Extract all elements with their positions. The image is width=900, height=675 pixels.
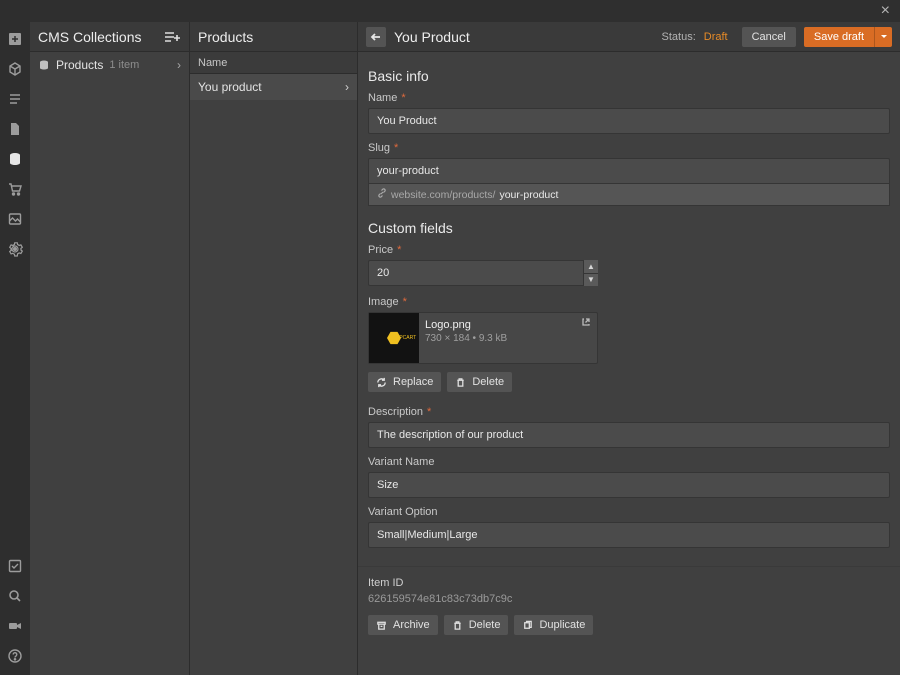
gear-icon[interactable] [6, 240, 24, 258]
collection-row-products[interactable]: Products 1 item › [30, 52, 189, 78]
collection-count: 1 item [109, 59, 139, 71]
field-label-image: Image* [368, 296, 890, 308]
nav-rail [0, 0, 30, 675]
slug-input[interactable] [368, 158, 890, 183]
image-thumbnail[interactable]: SNIPCART [369, 313, 419, 363]
panel-items-title: Products [198, 29, 253, 45]
title-bar: W × [0, 0, 900, 22]
image-card: SNIPCART Logo.png 730 × 184 • 9.3 kB [368, 312, 598, 364]
price-step-down[interactable]: ▼ [584, 274, 598, 287]
replace-button[interactable]: Replace [368, 372, 441, 392]
variant-option-input[interactable] [368, 522, 890, 548]
image-open-icon[interactable] [581, 317, 591, 330]
field-label-price: Price* [368, 244, 890, 256]
collection-name: Products [56, 58, 103, 72]
description-input[interactable] [368, 422, 890, 448]
chevron-right-icon: › [177, 58, 181, 72]
help-icon[interactable] [6, 647, 24, 665]
checkbox-icon[interactable] [6, 557, 24, 575]
panel-detail: You Product Status: Draft Cancel Save dr… [358, 22, 900, 675]
video-icon[interactable] [6, 617, 24, 635]
duplicate-button[interactable]: Duplicate [514, 615, 593, 635]
image-meta: 730 × 184 • 9.3 kB [425, 333, 591, 344]
item-id-label: Item ID [368, 577, 890, 589]
add-collection-icon[interactable] [163, 29, 181, 45]
variant-name-input[interactable] [368, 472, 890, 498]
field-label-name: Name* [368, 92, 890, 104]
cart-icon[interactable] [6, 180, 24, 198]
slug-preview: website.com/products/your-product [368, 183, 890, 206]
save-draft-button[interactable]: Save draft [804, 27, 874, 47]
status-label: Status: [662, 31, 696, 43]
file-icon[interactable] [6, 120, 24, 138]
image-filename: Logo.png [425, 319, 591, 331]
item-delete-button[interactable]: Delete [444, 615, 509, 635]
back-button[interactable] [366, 27, 386, 47]
panel-items: Products Name You product › [190, 22, 358, 675]
chevron-right-icon: › [345, 80, 349, 94]
detail-header: You Product Status: Draft Cancel Save dr… [358, 22, 900, 52]
database-icon[interactable] [6, 150, 24, 168]
image-icon[interactable] [6, 210, 24, 228]
link-icon [377, 188, 387, 201]
save-draft-split-button: Save draft [804, 27, 892, 47]
field-label-slug: Slug* [368, 142, 890, 154]
detail-title: You Product [394, 29, 654, 45]
save-draft-dropdown[interactable] [874, 27, 892, 47]
name-input[interactable] [368, 108, 890, 134]
close-icon[interactable]: × [877, 2, 894, 20]
section-basic-info: Basic info [368, 68, 890, 84]
section-custom-fields: Custom fields [368, 220, 890, 236]
price-input[interactable] [368, 260, 598, 286]
item-id-value: 626159574e81c83c73db7c9c [368, 593, 890, 605]
items-column-header: Name [190, 52, 357, 74]
database-icon [38, 59, 50, 71]
panel-collections-title: CMS Collections [38, 29, 163, 45]
field-label-description: Description* [368, 406, 890, 418]
field-label-variant-name: Variant Name [368, 456, 890, 468]
status-value: Draft [704, 31, 728, 43]
field-label-variant-option: Variant Option [368, 506, 890, 518]
item-row-you-product[interactable]: You product › [190, 74, 357, 100]
price-step-up[interactable]: ▲ [584, 260, 598, 274]
search-icon[interactable] [6, 587, 24, 605]
archive-button[interactable]: Archive [368, 615, 438, 635]
panel-collections-header: CMS Collections [30, 22, 189, 52]
image-delete-button[interactable]: Delete [447, 372, 512, 392]
cube-icon[interactable] [6, 60, 24, 78]
add-icon[interactable] [6, 30, 24, 48]
list-icon[interactable] [6, 90, 24, 108]
item-row-label: You product [198, 80, 262, 94]
cancel-button[interactable]: Cancel [742, 27, 796, 47]
panel-items-header: Products [190, 22, 357, 52]
panel-collections: CMS Collections Products 1 item › [30, 22, 190, 675]
column-name-label: Name [198, 57, 227, 69]
